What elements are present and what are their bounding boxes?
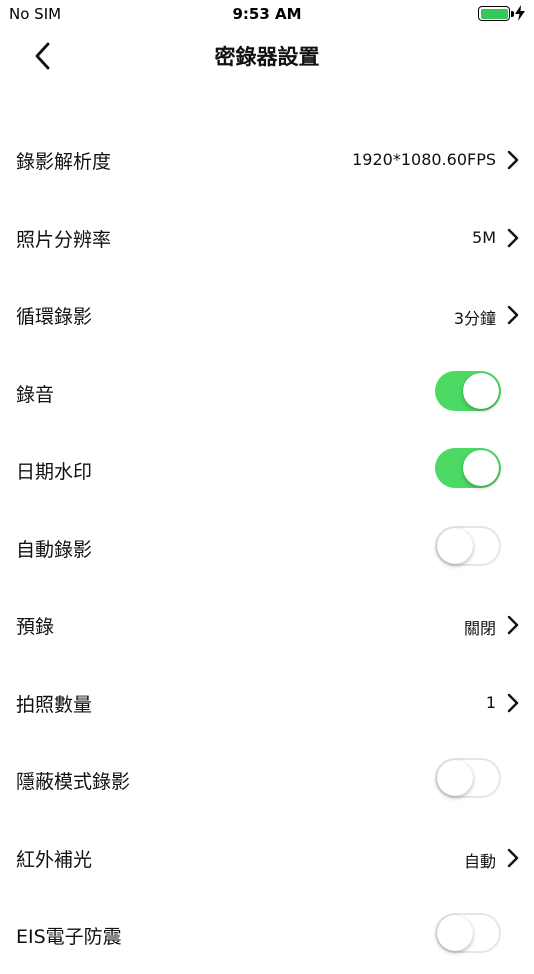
settings-row[interactable]: 循環錄影 3分鐘 bbox=[0, 276, 534, 354]
status-bar: No SIM 9:53 AM bbox=[0, 0, 534, 28]
settings-row[interactable]: 錄影解析度 1920*1080.60FPS bbox=[0, 121, 534, 199]
toggle-knob bbox=[437, 760, 473, 796]
settings-row: EIS電子防震 bbox=[0, 896, 534, 974]
toggle-switch[interactable] bbox=[435, 370, 501, 411]
settings-row-value: 1920*1080.60FPS bbox=[352, 150, 496, 169]
settings-row[interactable]: 預錄 關閉 bbox=[0, 586, 534, 664]
settings-row-value: 關閉 bbox=[463, 619, 496, 638]
page-title: 密錄器設置 bbox=[214, 45, 320, 69]
chevron-right-icon bbox=[507, 150, 519, 170]
chevron-right-icon bbox=[507, 615, 519, 635]
settings-row-value: 3分鐘 bbox=[453, 309, 496, 328]
settings-row: 隱蔽模式錄影 bbox=[0, 741, 534, 819]
settings-row: 錄音 bbox=[0, 354, 534, 432]
settings-row: 日期水印 bbox=[0, 431, 534, 509]
chevron-right-icon bbox=[507, 305, 519, 325]
settings-row-label: 自動錄影 bbox=[16, 538, 93, 561]
toggle-knob bbox=[437, 527, 473, 564]
toggle-knob bbox=[463, 450, 499, 486]
settings-row-value: 自動 bbox=[463, 851, 496, 871]
settings-row-label: 照片分辨率 bbox=[16, 228, 112, 251]
settings-row-value: 5M bbox=[472, 227, 496, 247]
settings-row[interactable]: 照片分辨率 5M bbox=[0, 199, 534, 277]
settings-row-label: 日期水印 bbox=[16, 461, 93, 483]
toggle-switch[interactable] bbox=[435, 448, 501, 488]
toggle-switch[interactable] bbox=[435, 525, 501, 566]
settings-row-label: 錄音 bbox=[16, 383, 55, 406]
nav-bar: 密錄器設置 bbox=[0, 28, 534, 84]
chevron-right-icon bbox=[507, 693, 519, 712]
settings-row-label: 錄影解析度 bbox=[16, 151, 112, 173]
battery-icon bbox=[478, 6, 514, 21]
clock: 9:53 AM bbox=[232, 5, 302, 23]
settings-row-label: 拍照數量 bbox=[16, 693, 93, 716]
settings-row-label: 紅外補光 bbox=[16, 848, 93, 871]
chevron-right-icon bbox=[507, 228, 519, 247]
settings-row[interactable]: 紅外補光 自動 bbox=[0, 819, 534, 897]
settings-list: 錄影解析度 1920*1080.60FPS 照片分辨率 5M 循環錄影 3分鐘錄音日期水印… bbox=[0, 121, 534, 974]
toggle-switch[interactable] bbox=[435, 913, 501, 953]
settings-row: 自動錄影 bbox=[0, 509, 534, 587]
settings-row-label: 預錄 bbox=[16, 616, 55, 638]
settings-row-label: 隱蔽模式錄影 bbox=[16, 771, 131, 793]
toggle-knob bbox=[437, 915, 473, 951]
settings-row-label: 循環錄影 bbox=[16, 306, 93, 328]
settings-row-label: EIS電子防震 bbox=[16, 926, 122, 948]
charging-bolt-icon bbox=[515, 5, 525, 21]
chevron-right-icon bbox=[507, 848, 519, 867]
toggle-switch[interactable] bbox=[435, 758, 501, 798]
settings-row-value: 1 bbox=[485, 692, 496, 712]
toggle-knob bbox=[463, 372, 499, 409]
settings-row[interactable]: 拍照數量 1 bbox=[0, 664, 534, 742]
